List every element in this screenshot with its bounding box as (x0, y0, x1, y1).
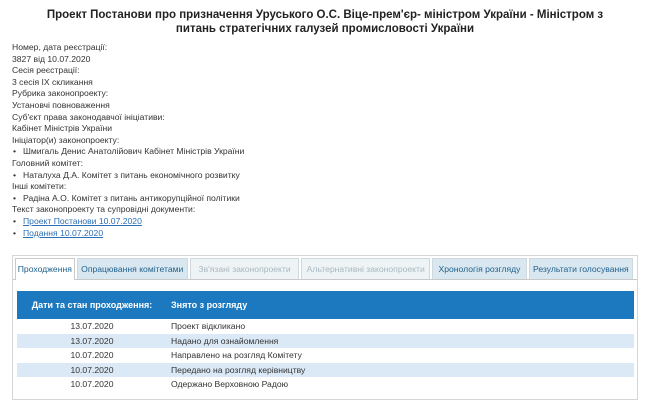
initiators-list: Шмигаль Денис Анатолійович Кабінет Мініс… (12, 146, 632, 158)
document-item: Проект Постанови 10.07.2020 (13, 216, 632, 228)
session-label: Сесія реєстрації: (12, 65, 80, 76)
table-row: 10.07.2020 Направлено на розгляд Комітет… (17, 348, 634, 363)
table-row: 10.07.2020 Передано на розгляд керівницт… (17, 362, 634, 377)
row-event: Проект відкликано (171, 321, 246, 331)
table-body: 13.07.2020 Проект відкликано 13.07.2020 … (17, 319, 634, 392)
row-date: 13.07.2020 (70, 335, 114, 346)
row-event: Надано для ознайомлення (171, 335, 279, 346)
tab-progress[interactable]: Проходження (15, 258, 75, 280)
initiators-label: Ініціатор(и) законопроекту: (12, 134, 120, 145)
document-link-submission[interactable]: Подання 10.07.2020 (23, 228, 103, 238)
row-event: Одержано Верховною Радою (171, 379, 289, 389)
row-date: 13.07.2020 (70, 321, 114, 331)
page-title: Проект Постанови про призначення Урусько… (46, 9, 604, 35)
documents-list: Проект Постанови 10.07.2020 Подання 10.0… (12, 216, 632, 239)
tab-voting-results[interactable]: Результати голосування (528, 258, 633, 279)
row-event: Направлено на розгляд Комітету (171, 350, 302, 360)
rubric-label: Рубрика законопроекту: (12, 88, 109, 99)
tabs-panel: Проходження Опрацювання комітетами Зв'яз… (12, 255, 638, 400)
list-item: Наталуха Д.А. Комітет з питань економічн… (13, 170, 632, 182)
main-committee-label: Головний комітет: (12, 157, 83, 168)
list-item: Шмигаль Денис Анатолійович Кабінет Мініс… (13, 146, 632, 158)
main-committee-list: Наталуха Д.А. Комітет з питань економічн… (12, 170, 632, 182)
table-header: Дати та стан проходження: Знято з розгля… (17, 291, 634, 319)
registration-label: Номер, дата реєстрації: (12, 42, 108, 52)
document-link-resolution[interactable]: Проект Постанови 10.07.2020 (23, 216, 142, 226)
row-event: Передано на розгляд керівництву (171, 364, 306, 375)
subject-label: Суб'єкт права законодавчої ініціативи: (12, 111, 165, 122)
other-committees-list: Радіна А.О. Комітет з питань антикорупці… (12, 193, 632, 205)
progress-table: Дати та стан проходження: Знято з розгля… (17, 291, 634, 392)
table-row: 13.07.2020 Проект відкликано (17, 319, 634, 334)
tab-bar: Проходження Опрацювання комітетами Зв'яз… (13, 256, 637, 280)
subject-value: Кабінет Міністрів України (12, 123, 113, 134)
documents-label: Текст законопроекту та супровідні докуме… (12, 204, 196, 215)
document-item: Подання 10.07.2020 (13, 228, 632, 240)
bill-page: Проект Постанови про призначення Урусько… (0, 0, 650, 409)
row-date: 10.07.2020 (70, 364, 114, 375)
session-value: 3 сесія IX скликання (12, 76, 93, 87)
table-row: 13.07.2020 Надано для ознайомлення (17, 333, 634, 348)
tab-related-bills[interactable]: Зв'язані законопроекти (189, 258, 300, 279)
tab-committee-processing[interactable]: Опрацювання комітетами (76, 258, 188, 279)
list-item: Радіна А.О. Комітет з питань антикорупці… (13, 193, 632, 205)
bill-info: Номер, дата реєстрації: 3827 від 10.07.2… (12, 42, 632, 239)
registration-value: 3827 від 10.07.2020 (12, 53, 91, 64)
tab-review-chronology[interactable]: Хронологія розгляду (432, 258, 527, 279)
rubric-value: Установчі повноваження (12, 99, 110, 110)
row-date: 10.07.2020 (70, 379, 114, 389)
row-date: 10.07.2020 (70, 350, 114, 360)
tab-alternative-bills[interactable]: Альтернативні законопроекти (301, 258, 431, 279)
other-committees-label: Інші комітети: (12, 181, 67, 192)
header-dates: Дати та стан проходження: (31, 300, 153, 310)
table-row: 10.07.2020 Одержано Верховною Радою (17, 377, 634, 392)
header-status: Знято з розгляду (171, 300, 248, 310)
